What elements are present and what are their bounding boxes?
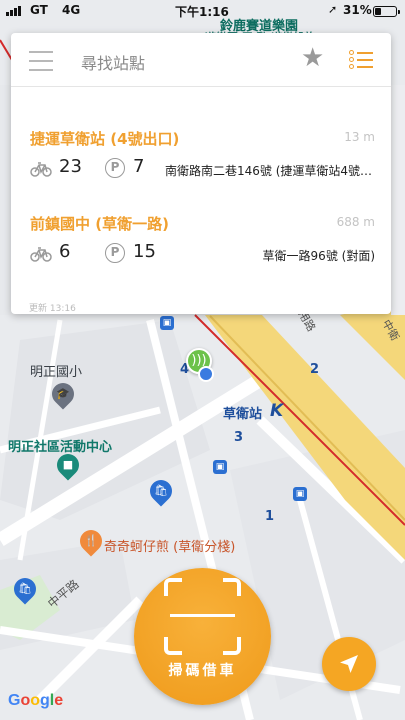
restaurant-pin-icon: 🍴 [75,525,107,557]
station-distance: 688 m [336,215,375,229]
bus-stop-icon-3: ▣ [293,487,307,501]
station-list-item[interactable]: 捷運草衛站 (4號出口) 13 m 23 P 7 南衛路南二巷146號 (捷運草… [11,128,391,208]
station-address: 南衛路南二巷146號 (捷運草衛站4號出口) [165,164,375,178]
station-name: 捷運草衛站 (4號出口) [30,130,180,148]
scan-to-rent-button[interactable]: 掃碼借車 [134,568,271,705]
station-name: 前鎮國中 (草衛一路) [30,215,169,233]
google-attribution-logo: Google [8,692,64,709]
map-label-mrt-station: 草衛站 [223,407,263,422]
available-spaces-count: 7 [133,156,145,177]
scan-frame-icon [164,578,241,655]
list-icon[interactable] [349,50,373,70]
battery-percentage: 31% [343,3,372,17]
hamburger-icon[interactable] [29,51,53,71]
scan-button-label: 掃碼借車 [168,663,237,679]
parking-icon: P [105,158,125,178]
panel-title[interactable]: 尋找站點 [81,50,145,74]
last-updated-text: 更新 13:16 [29,301,80,314]
panel-header: 尋找站點 ★ [11,33,391,87]
mrt-logo-icon: K [270,401,284,421]
location-services-icon: ➚ [328,3,338,16]
station-distance: 13 m [344,130,375,144]
available-spaces-count: 15 [133,241,156,262]
bike-station-marker[interactable]: ))) [186,348,216,382]
user-location-icon [198,366,214,382]
parking-icon: P [105,243,125,263]
bike-icon [30,247,52,262]
community-pin-icon: ■ [52,449,84,481]
station-list-item[interactable]: 前鎮國中 (草衛一路) 688 m 6 P 15 草衛一路96號 (對面) [11,213,391,293]
mrt-exit-3: 3 [234,430,244,445]
school-pin-icon: 🎓 [47,378,79,410]
shopping-pin-icon: 🛍 [145,475,177,507]
status-bar: GT 4G 下午1:16 ➚ 31% [0,0,405,22]
battery-icon [373,6,400,17]
bike-icon [30,162,52,177]
available-bikes-count: 6 [59,241,71,262]
mrt-exit-2: 2 [310,362,320,377]
station-address: 草衛一路96號 (對面) [262,249,375,263]
bus-stop-icon: ▣ [160,316,174,330]
shopping-pin-icon-2: 🛍 [9,573,41,605]
signal-strength-icon [6,6,21,16]
mrt-exit-1: 1 [265,509,275,524]
clock: 下午1:16 [175,5,229,19]
carrier-name: GT [30,3,48,17]
network-type: 4G [62,3,81,17]
navigation-arrow-icon [340,655,358,673]
map-label-community-center: 明正社區活動中心 [8,440,113,455]
bus-stop-icon-2: ▣ [213,460,227,474]
station-search-panel: 尋找站點 ★ 捷運草衛站 (4號出口) 13 m 23 P 7 南衛路南二巷14… [11,33,391,314]
star-icon[interactable]: ★ [301,45,324,71]
my-location-button[interactable] [322,637,376,691]
map-label-school: 明正國小 [30,365,83,380]
available-bikes-count: 23 [59,156,82,177]
map-label-restaurant: 奇奇蚵仔煎 (草衛分棧) [104,540,236,555]
